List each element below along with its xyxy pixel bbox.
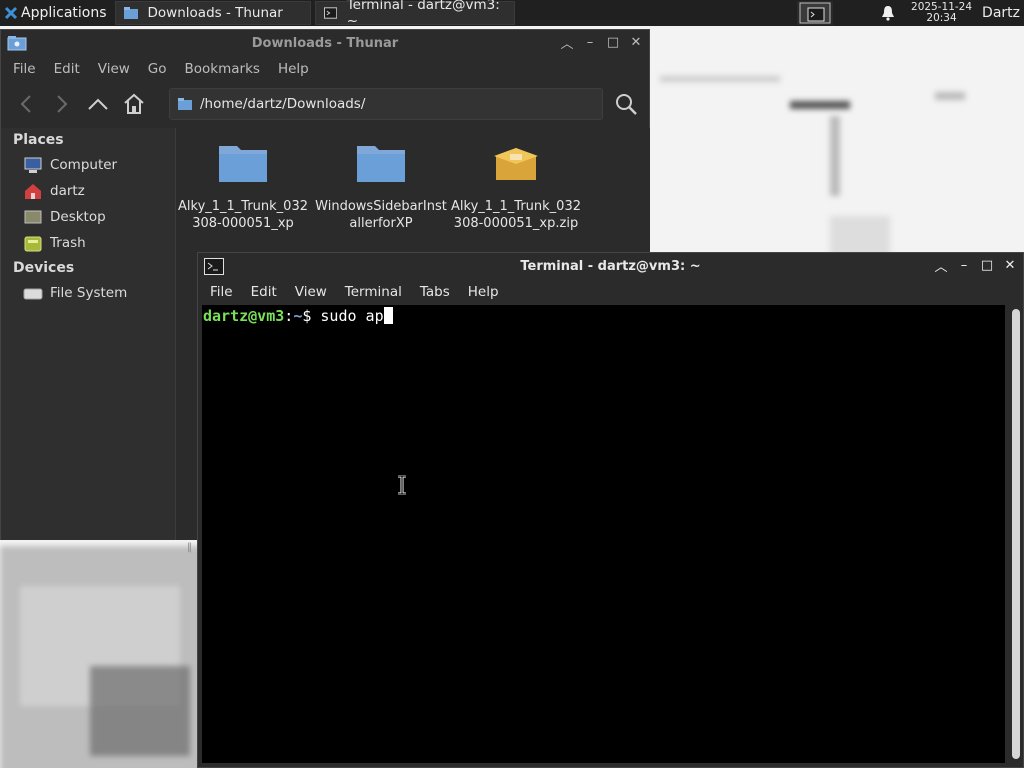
terminal-output[interactable]: dartz@vm3:~$ sudo ap xyxy=(202,305,1005,763)
prompt-cwd: ~ xyxy=(293,307,303,325)
sidebar-item-label: Desktop xyxy=(50,209,106,225)
home-icon xyxy=(124,93,144,114)
forward-button[interactable] xyxy=(49,91,75,117)
terminal-icon xyxy=(323,7,337,19)
thunar-sidebar: Places Computer dartz Desktop Trash Devi… xyxy=(1,128,176,540)
computer-icon xyxy=(24,157,42,173)
maximize-button[interactable]: □ xyxy=(606,35,620,50)
sidebar-item-dartz[interactable]: dartz xyxy=(1,178,175,204)
menu-bookmarks[interactable]: Bookmarks xyxy=(176,61,269,77)
chevron-up-icon[interactable]: ︿ xyxy=(560,35,574,52)
maximize-button[interactable]: □ xyxy=(980,258,994,273)
file-item[interactable]: Alky_1_1_Trunk_032308-000051_xp xyxy=(176,136,310,232)
devices-heading: Devices xyxy=(13,260,75,276)
menu-go[interactable]: Go xyxy=(139,61,176,77)
folder-icon xyxy=(178,98,192,110)
top-panel: Applications Downloads - Thunar Terminal… xyxy=(0,0,1024,29)
taskbar-terminal[interactable]: Terminal - dartz@vm3: ~ xyxy=(314,0,515,29)
sidebar-item-file-system[interactable]: File System xyxy=(1,280,175,306)
menu-view[interactable]: View xyxy=(89,61,139,77)
search-icon xyxy=(616,94,637,115)
terminal-menubar: File Edit View Terminal Tabs Help xyxy=(198,279,1023,305)
thunar-title: Downloads - Thunar xyxy=(251,35,399,51)
chevron-up-icon[interactable]: ︿ xyxy=(934,258,948,275)
taskbar-thunar-label: Downloads - Thunar xyxy=(147,5,283,21)
menu-edit[interactable]: Edit xyxy=(242,284,286,300)
sidebar-item-label: dartz xyxy=(50,183,85,199)
taskbar-terminal-label: Terminal - dartz@vm3: ~ xyxy=(346,0,500,29)
home-button[interactable] xyxy=(121,91,147,117)
applications-menu[interactable]: Applications xyxy=(0,0,111,26)
minimize-button[interactable]: – xyxy=(957,258,971,273)
thunar-titlebar[interactable]: Downloads - Thunar ︿ – □ ✕ xyxy=(1,30,649,56)
ibeam-cursor-icon xyxy=(398,475,406,495)
search-button[interactable] xyxy=(613,91,639,117)
xfce-logo-icon xyxy=(4,6,18,20)
sidebar-item-desktop[interactable]: Desktop xyxy=(1,204,175,230)
desktop-icon xyxy=(24,210,42,224)
thunar-toolbar: /home/dartz/Downloads/ xyxy=(1,82,649,126)
terminal-titlebar[interactable]: Terminal - dartz@vm3: ~ ︿ – □ ✕ xyxy=(198,253,1023,279)
places-heading: Places xyxy=(13,132,64,148)
command-input: sudo ap xyxy=(320,307,384,325)
folder-icon xyxy=(219,146,267,182)
prompt-userhost: dartz@vm3 xyxy=(203,307,285,325)
file-name: Alky_1_1_Trunk_032308-000051_xp xyxy=(178,199,308,231)
menu-tabs[interactable]: Tabs xyxy=(411,284,459,300)
menu-terminal[interactable]: Terminal xyxy=(336,284,411,300)
workspace-switcher[interactable] xyxy=(797,1,834,25)
notification-bell-icon[interactable] xyxy=(879,4,897,22)
chevron-up-icon xyxy=(88,98,108,110)
parent-folder-button[interactable] xyxy=(85,91,111,117)
file-name: Alky_1_1_Trunk_032308-000051_xp.zip xyxy=(451,199,581,231)
drive-icon xyxy=(23,288,43,300)
file-item[interactable]: WindowsSidebarInstallerforXP xyxy=(314,136,448,232)
pane-resize-handle[interactable]: ‖ xyxy=(187,542,192,553)
sidebar-item-label: File System xyxy=(50,285,128,301)
sidebar-item-label: Computer xyxy=(50,157,118,173)
folder-icon xyxy=(357,146,405,182)
home-folder-icon xyxy=(25,184,41,199)
folder-icon xyxy=(123,7,138,19)
close-button[interactable]: ✕ xyxy=(1003,258,1017,273)
chevron-left-icon xyxy=(20,95,31,113)
terminal-title: Terminal - dartz@vm3: ~ xyxy=(520,258,701,274)
menu-view[interactable]: View xyxy=(286,284,336,300)
minimize-button[interactable]: – xyxy=(583,35,597,50)
terminal-icon xyxy=(799,2,831,24)
archive-icon xyxy=(494,148,538,180)
location-path: /home/dartz/Downloads/ xyxy=(200,96,366,112)
taskbar-thunar[interactable]: Downloads - Thunar xyxy=(114,1,311,25)
prompt-symbol: $ xyxy=(302,307,312,325)
applications-label: Applications xyxy=(21,5,107,21)
text-cursor xyxy=(383,307,393,324)
menu-edit[interactable]: Edit xyxy=(45,61,89,77)
terminal-scrollbar[interactable] xyxy=(1012,309,1020,759)
menu-help[interactable]: Help xyxy=(459,284,508,300)
chevron-right-icon xyxy=(57,95,68,113)
prompt-separator: : xyxy=(284,307,294,325)
back-button[interactable] xyxy=(13,91,39,117)
menu-file[interactable]: File xyxy=(4,61,45,77)
location-bar[interactable]: /home/dartz/Downloads/ xyxy=(169,88,603,120)
thunar-menubar: File Edit View Go Bookmarks Help xyxy=(1,56,649,82)
menu-help[interactable]: Help xyxy=(269,61,318,77)
sidebar-item-trash[interactable]: Trash xyxy=(1,230,175,256)
clock[interactable]: 2025-11-24 20:34 xyxy=(911,2,972,24)
file-name: WindowsSidebarInstallerforXP xyxy=(315,199,447,231)
menu-file[interactable]: File xyxy=(201,284,242,300)
terminal-window: Terminal - dartz@vm3: ~ ︿ – □ ✕ File Edi… xyxy=(197,252,1024,768)
trash-icon xyxy=(24,236,42,252)
close-button[interactable]: ✕ xyxy=(629,35,643,50)
sidebar-item-label: Trash xyxy=(50,235,86,251)
clock-time: 20:34 xyxy=(926,12,957,24)
sidebar-item-computer[interactable]: Computer xyxy=(1,152,175,178)
user-menu[interactable]: Dartz xyxy=(982,5,1024,21)
file-item[interactable]: Alky_1_1_Trunk_032308-000051_xp.zip xyxy=(449,136,583,232)
